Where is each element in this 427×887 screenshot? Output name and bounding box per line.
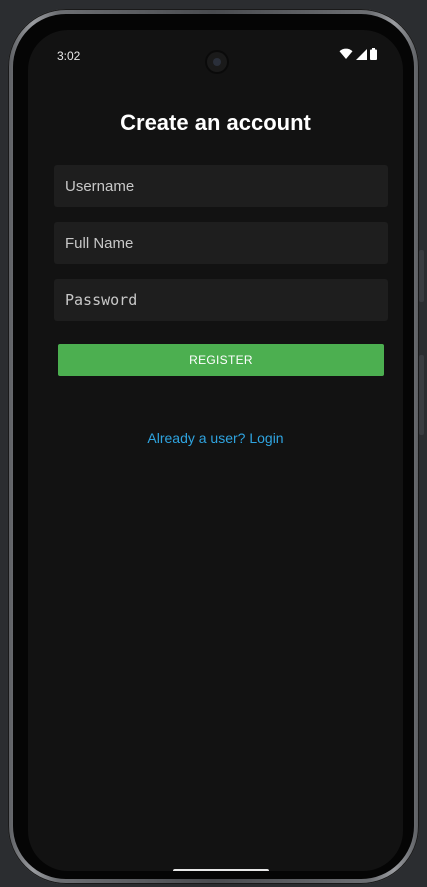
- status-icons: [339, 47, 377, 65]
- password-input[interactable]: [65, 291, 388, 309]
- volume-button: [419, 355, 424, 435]
- register-button[interactable]: REGISTER: [58, 344, 384, 376]
- password-field[interactable]: [54, 279, 388, 321]
- page-title: Create an account: [120, 110, 311, 135]
- battery-icon: [370, 47, 377, 65]
- signal-icon: [356, 47, 367, 65]
- power-button: [419, 250, 424, 302]
- username-input[interactable]: [65, 177, 388, 195]
- front-camera: [207, 52, 227, 72]
- username-field[interactable]: [54, 165, 388, 207]
- status-bar: 3:02: [28, 30, 403, 72]
- login-link[interactable]: Already a user? Login: [28, 430, 403, 446]
- wifi-icon: [339, 47, 353, 65]
- device-canvas: 3:02 Create an account Username Full Nam…: [0, 0, 427, 887]
- app-screen: 3:02 Create an account Username Full Nam…: [28, 30, 403, 871]
- fullname-field[interactable]: [54, 222, 388, 264]
- home-indicator[interactable]: [173, 869, 269, 871]
- fullname-input[interactable]: [65, 234, 388, 252]
- status-time: 3:02: [57, 49, 81, 63]
